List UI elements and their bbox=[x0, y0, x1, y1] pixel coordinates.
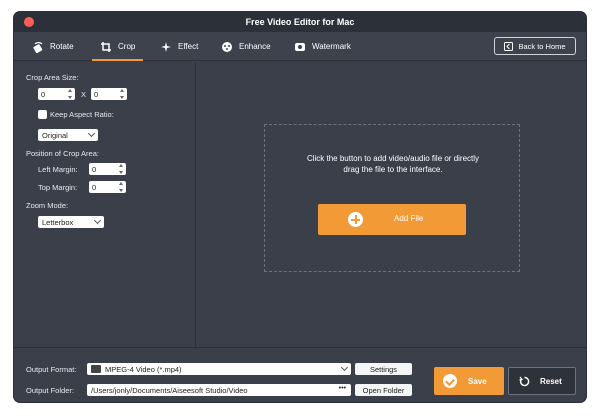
file-drop-zone[interactable]: Click the button to add video/audio file… bbox=[264, 124, 520, 272]
keep-aspect-ratio-checkbox[interactable] bbox=[38, 110, 47, 119]
toolbar: Rotate Crop Effect Enhance Watermark Bac… bbox=[14, 32, 586, 61]
window-title: Free Video Editor for Mac bbox=[245, 17, 355, 27]
crop-icon bbox=[101, 41, 111, 52]
back-to-home-label: Back to Home bbox=[518, 41, 566, 51]
top-margin-label: Top Margin: bbox=[38, 183, 78, 192]
crop-width-stepper[interactable]: 0 bbox=[38, 88, 75, 100]
reset-icon bbox=[519, 376, 530, 387]
tab-rotate[interactable]: Rotate bbox=[32, 32, 74, 61]
save-label: Save bbox=[468, 377, 487, 386]
browse-folder-button[interactable]: ••• bbox=[339, 385, 346, 392]
checkmark-icon bbox=[443, 374, 457, 388]
watermark-icon bbox=[295, 42, 305, 51]
reset-label: Reset bbox=[540, 377, 562, 386]
top-margin-value: 0 bbox=[92, 182, 97, 192]
save-button[interactable]: Save bbox=[434, 367, 504, 395]
preview-area: Click the button to add video/audio file… bbox=[197, 62, 586, 352]
aspect-ratio-value: Original bbox=[42, 130, 68, 140]
settings-button[interactable]: Settings bbox=[355, 363, 412, 375]
left-margin-stepper[interactable]: 0 bbox=[89, 163, 126, 175]
drop-instructions-line1: Click the button to add video/audio file… bbox=[306, 154, 480, 163]
keep-aspect-ratio-label: Keep Aspect Ratio: bbox=[50, 110, 114, 119]
stepper-arrows-icon[interactable] bbox=[119, 89, 125, 99]
output-format-label: Output Format: bbox=[26, 365, 77, 374]
tab-watermark[interactable]: Watermark bbox=[294, 32, 351, 61]
tab-enhance[interactable]: Enhance bbox=[221, 32, 271, 61]
tab-crop[interactable]: Crop bbox=[91, 32, 144, 61]
drop-instructions-line2: drag the file to the interface. bbox=[343, 165, 443, 174]
output-folder-field[interactable]: /Users/jonly/Documents/Aiseesoft Studio/… bbox=[87, 384, 351, 396]
tab-label: Crop bbox=[118, 42, 136, 51]
close-window-button[interactable] bbox=[24, 17, 34, 27]
drop-instructions: Click the button to add video/audio file… bbox=[265, 153, 521, 175]
left-margin-value: 0 bbox=[92, 164, 97, 174]
back-to-home-button[interactable]: Back to Home bbox=[494, 37, 576, 55]
tab-label: Rotate bbox=[50, 42, 74, 51]
crop-area-size-label: Crop Area Size: bbox=[26, 73, 79, 82]
zoom-mode-value: Letterbox bbox=[42, 217, 74, 227]
stepper-arrows-icon[interactable] bbox=[118, 164, 124, 174]
chevron-down-icon bbox=[87, 129, 96, 138]
stepper-arrows-icon[interactable] bbox=[118, 182, 124, 192]
tab-effect[interactable]: Effect bbox=[160, 32, 198, 61]
add-file-button[interactable]: Add File bbox=[318, 204, 466, 235]
crop-height-stepper[interactable]: 0 bbox=[91, 88, 127, 100]
crop-width-value: 0 bbox=[41, 89, 46, 99]
output-folder-label: Output Folder: bbox=[26, 386, 74, 395]
output-folder-value: /Users/jonly/Documents/Aiseesoft Studio/… bbox=[91, 385, 248, 395]
tab-label: Watermark bbox=[312, 42, 351, 51]
reset-button[interactable]: Reset bbox=[508, 367, 576, 395]
tab-label: Effect bbox=[178, 42, 199, 51]
video-format-icon bbox=[91, 365, 101, 373]
app-window: Free Video Editor for Mac Rotate Crop Ef… bbox=[14, 12, 586, 402]
output-format-value: MPEG-4 Video (*.mp4) bbox=[105, 364, 182, 374]
top-margin-stepper[interactable]: 0 bbox=[89, 181, 126, 193]
title-bar: Free Video Editor for Mac bbox=[14, 12, 586, 32]
zoom-mode-label: Zoom Mode: bbox=[26, 201, 69, 210]
plus-icon bbox=[348, 212, 363, 227]
crop-settings-panel: Crop Area Size: 0 X 0 Keep Aspect Ratio:… bbox=[14, 62, 196, 352]
add-file-label: Add File bbox=[394, 214, 424, 223]
open-folder-label: Open Folder bbox=[362, 385, 405, 395]
chevron-down-icon bbox=[93, 216, 102, 225]
rotate-icon bbox=[33, 41, 43, 53]
stepper-arrows-icon[interactable] bbox=[67, 89, 73, 99]
open-folder-button[interactable]: Open Folder bbox=[355, 384, 412, 396]
left-margin-label: Left Margin: bbox=[38, 165, 78, 174]
effect-icon bbox=[161, 41, 171, 52]
position-of-crop-area-label: Position of Crop Area: bbox=[26, 149, 99, 158]
output-format-select[interactable]: MPEG-4 Video (*.mp4) bbox=[87, 363, 351, 375]
aspect-ratio-select[interactable]: Original bbox=[38, 129, 98, 141]
enhance-icon bbox=[222, 41, 232, 52]
settings-label: Settings bbox=[369, 364, 398, 374]
chevron-down-icon bbox=[340, 363, 349, 372]
back-icon bbox=[504, 41, 514, 51]
zoom-mode-select[interactable]: Letterbox bbox=[38, 216, 104, 228]
crop-height-value: 0 bbox=[94, 89, 99, 99]
format-dropdown-toggle[interactable] bbox=[339, 363, 351, 375]
crop-size-separator: X bbox=[81, 90, 87, 99]
tab-label: Enhance bbox=[239, 42, 271, 51]
output-bar: Output Format: MPEG-4 Video (*.mp4) Sett… bbox=[14, 347, 586, 402]
